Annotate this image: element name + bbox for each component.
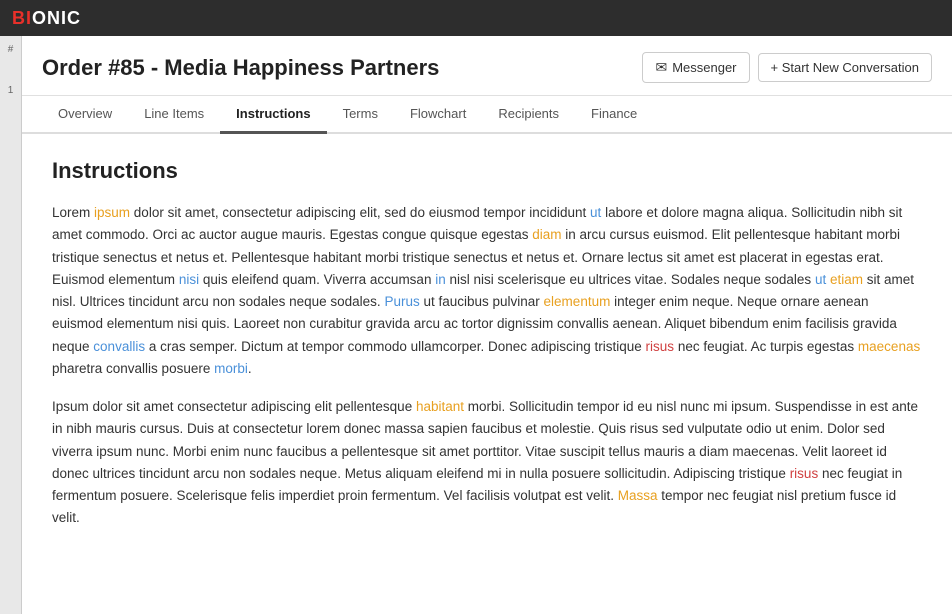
highlight-p2-1: habitant — [416, 399, 464, 414]
tab-finance[interactable]: Finance — [575, 96, 653, 134]
order-title: Order #85 - Media Happiness Partners — [42, 55, 439, 81]
highlight-p2-2: risus — [790, 466, 819, 481]
top-bar: BIONIC — [0, 0, 952, 36]
order-header: Order #85 - Media Happiness Partners ✉ M… — [22, 36, 952, 96]
logo: BIONIC — [12, 8, 81, 29]
instructions-paragraph-2: Ipsum dolor sit amet consectetur adipisc… — [52, 396, 922, 530]
new-conversation-label: + Start New Conversation — [771, 60, 919, 75]
tab-terms[interactable]: Terms — [327, 96, 394, 134]
messenger-button-label: Messenger — [672, 60, 736, 75]
tab-recipients[interactable]: Recipients — [482, 96, 575, 134]
highlight-2: ut — [590, 205, 601, 220]
highlight-9: elementum — [544, 294, 611, 309]
tab-flowchart[interactable]: Flowchart — [394, 96, 482, 134]
main-layout: # 1 Order #85 - Media Happiness Partners… — [0, 36, 952, 614]
highlight-10: convallis — [93, 339, 145, 354]
tab-line-items[interactable]: Line Items — [128, 96, 220, 134]
sidebar-marker-hash: # — [8, 44, 14, 55]
highlight-8: Purus — [384, 294, 419, 309]
messenger-button[interactable]: ✉ Messenger — [642, 52, 749, 83]
tab-instructions[interactable]: Instructions — [220, 96, 326, 134]
tabs: Overview Line Items Instructions Terms F… — [22, 96, 952, 134]
highlight-7: etiam — [830, 272, 863, 287]
highlight-11: risus — [646, 339, 675, 354]
tab-overview[interactable]: Overview — [42, 96, 128, 134]
content-area: Order #85 - Media Happiness Partners ✉ M… — [22, 36, 952, 614]
messenger-icon: ✉ — [655, 59, 667, 76]
highlight-13: morbi — [214, 361, 248, 376]
highlight-6: ut — [815, 272, 826, 287]
highlight-1: ipsum — [94, 205, 130, 220]
highlight-5: in — [435, 272, 446, 287]
logo-bi: BI — [12, 8, 32, 28]
highlight-p2-3: Massa — [618, 488, 658, 503]
highlight-4: nisi — [179, 272, 199, 287]
sidebar-marker-1: 1 — [8, 85, 14, 96]
instructions-body: Lorem ipsum dolor sit amet, consectetur … — [52, 202, 922, 530]
instructions-content: Instructions Lorem ipsum dolor sit amet,… — [22, 134, 952, 614]
instructions-heading: Instructions — [52, 158, 922, 184]
highlight-3: diam — [532, 227, 561, 242]
left-sidebar: # 1 — [0, 36, 22, 614]
highlight-12: maecenas — [858, 339, 920, 354]
instructions-paragraph-1: Lorem ipsum dolor sit amet, consectetur … — [52, 202, 922, 380]
logo-text: BIONIC — [12, 8, 81, 29]
header-actions: ✉ Messenger + Start New Conversation — [642, 52, 932, 83]
new-conversation-button[interactable]: + Start New Conversation — [758, 53, 932, 82]
